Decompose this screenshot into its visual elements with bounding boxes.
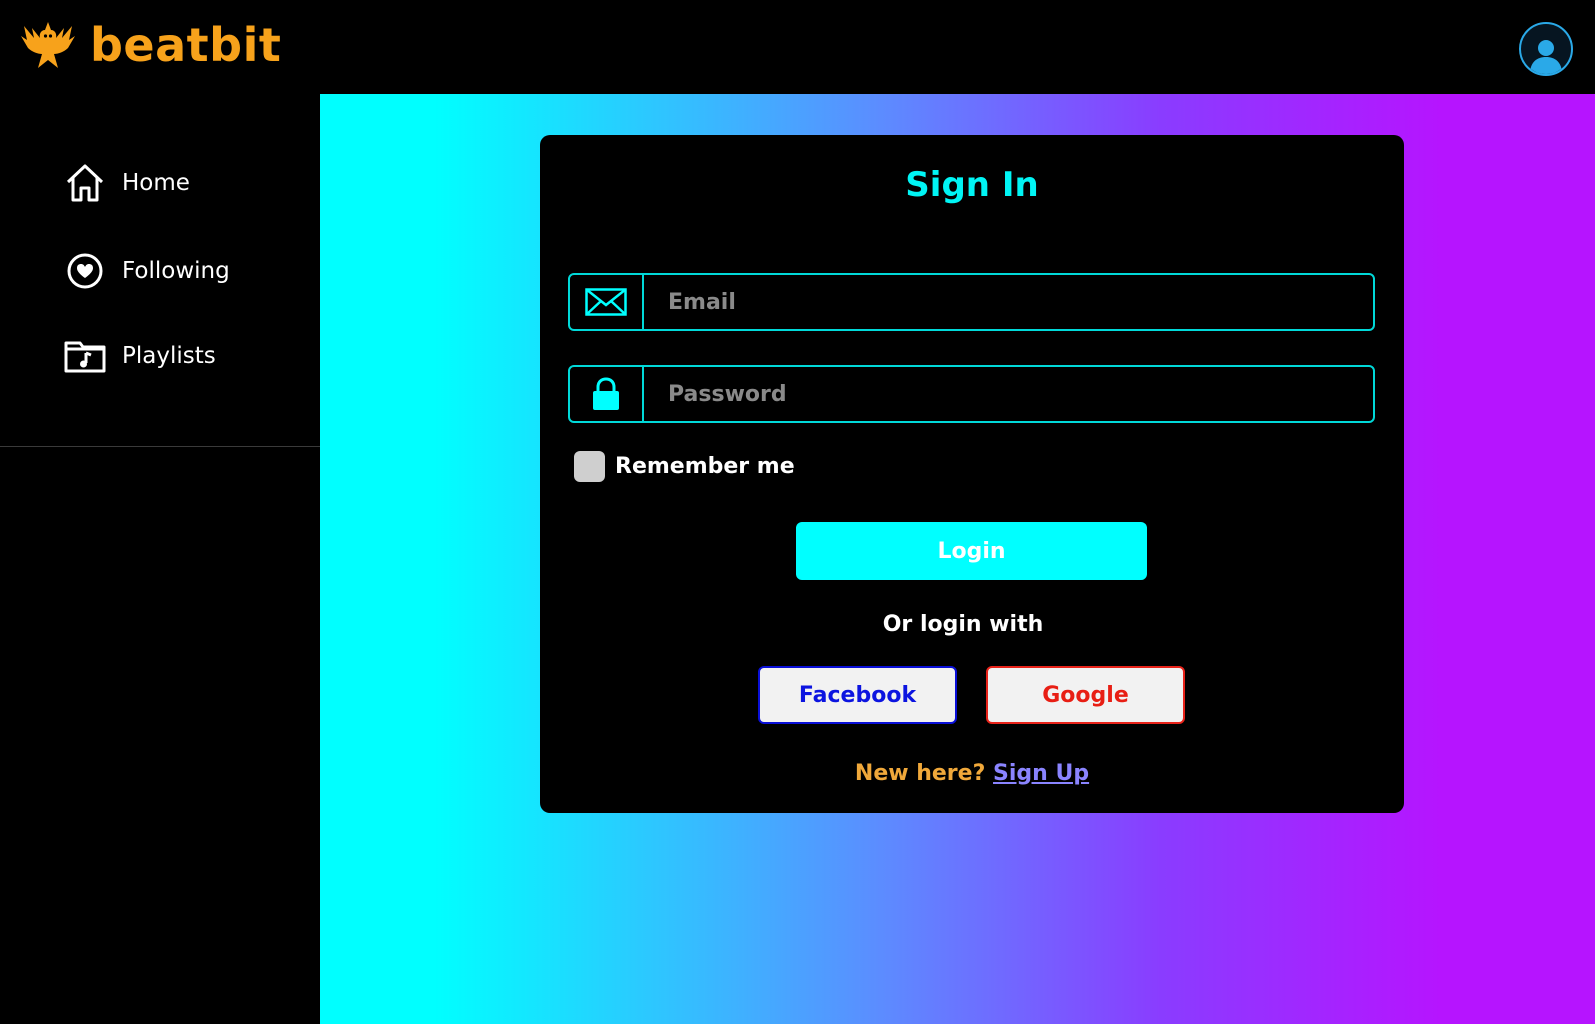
or-login-with-text: Or login with (882, 612, 1044, 637)
sidebar-item-playlists[interactable]: Playlists (64, 335, 216, 377)
phoenix-logo-icon (21, 22, 75, 68)
sidebar-item-label: Playlists (122, 343, 216, 369)
music-folder-icon (64, 335, 106, 377)
sidebar-item-label: Home (122, 170, 190, 196)
password-field[interactable] (568, 365, 1375, 423)
sidebar-item-following[interactable]: Following (64, 250, 230, 292)
new-here-text: New here? (854, 761, 986, 786)
signup-link[interactable]: Sign Up (993, 761, 1089, 786)
sidebar-item-label: Following (122, 258, 230, 284)
password-input[interactable] (644, 367, 1373, 421)
page-title: Sign In (905, 165, 1039, 205)
login-button[interactable]: Login (796, 522, 1147, 580)
remember-me[interactable]: Remember me (574, 451, 795, 482)
heart-circle-icon (64, 250, 106, 292)
sidebar: Home Following Playlists (0, 94, 320, 1024)
remember-checkbox[interactable] (574, 451, 605, 482)
sidebar-item-home[interactable]: Home (64, 162, 190, 204)
envelope-icon (570, 275, 644, 329)
lock-icon (570, 367, 644, 421)
brand[interactable]: beatbit (20, 18, 281, 72)
user-avatar-icon (1530, 40, 1562, 74)
signup-prompt: New here? Sign Up (540, 761, 1404, 786)
remember-label: Remember me (615, 454, 795, 479)
google-login-button[interactable]: Google (986, 666, 1185, 724)
brand-name: beatbit (90, 18, 282, 72)
home-icon (64, 162, 106, 204)
sign-in-card: Sign In Remember me Login Or login with … (540, 135, 1404, 813)
email-field[interactable] (568, 273, 1375, 331)
email-input[interactable] (644, 275, 1373, 329)
top-bar: beatbit (0, 0, 1595, 94)
sidebar-divider (0, 446, 320, 447)
profile-button[interactable] (1519, 22, 1573, 76)
facebook-login-button[interactable]: Facebook (758, 666, 957, 724)
